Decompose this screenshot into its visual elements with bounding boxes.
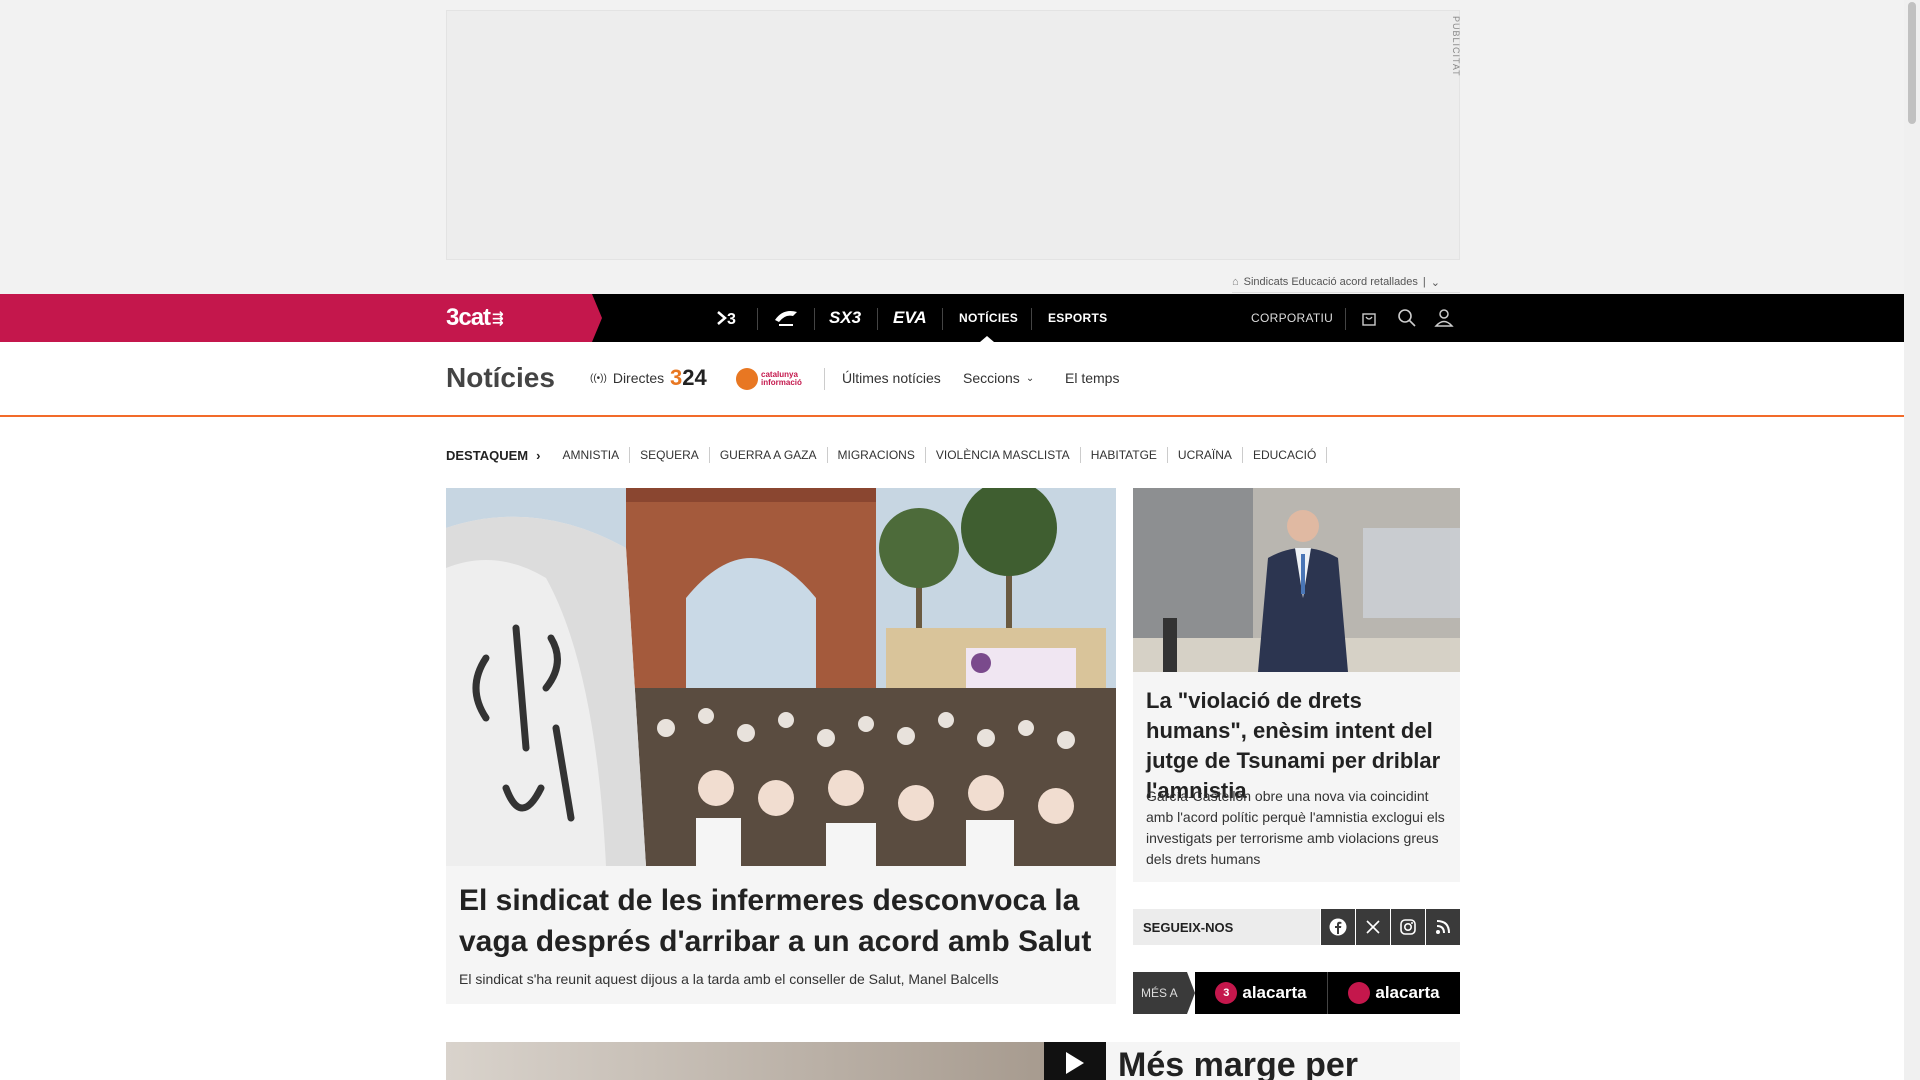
judge-photo [1133, 488, 1460, 672]
alacarta-label: alacarta [1375, 983, 1440, 1002]
eva-label: EVA [893, 308, 927, 327]
directes-link[interactable]: ((•)) Directes [590, 370, 664, 386]
channel-tv3-logo[interactable]: 3 [716, 294, 742, 342]
x-twitter-icon[interactable] [1356, 909, 1390, 945]
el-temps-link[interactable]: El temps [1065, 370, 1119, 386]
play-icon [1066, 1052, 1084, 1074]
destaquem-bar: DESTAQUEM › AMNISTIA SEQUERA GUERRA A GA… [446, 446, 1328, 464]
divider [814, 308, 815, 330]
side-story-card[interactable]: La "violació de drets humans", enèsim in… [1133, 488, 1460, 882]
scrollbar-track[interactable] [1904, 0, 1920, 1080]
brand-label: 3cat [446, 304, 491, 331]
top-nav-bar: 3cat ⇶ 3 SX3 EVA NOTÍCIES ESPORTS CORPOR… [0, 294, 1904, 342]
user-icon[interactable] [1434, 294, 1454, 342]
3cat-logo[interactable]: 3cat ⇶ [446, 304, 504, 332]
chevron-down-icon[interactable]: ⌄ [1431, 276, 1440, 289]
tag-violencia-masclista[interactable]: VIOLÈNCIA MASCLISTA [926, 447, 1081, 463]
channel-sx3-logo[interactable]: SX3 [829, 294, 861, 342]
nav-noticies[interactable]: NOTÍCIES [959, 294, 1018, 342]
rss-icon[interactable] [1426, 909, 1460, 945]
324-logo-24: 24 [682, 365, 707, 390]
destaquem-label: DESTAQUEM [446, 447, 529, 463]
nav-esports[interactable]: ESPORTS [1048, 294, 1107, 342]
brand-arrow-icon: ⇶ [492, 309, 504, 326]
next-story-card[interactable]: Més marge per [1106, 1042, 1460, 1080]
section-header: Notícies ((•)) Directes 3 24 catalunya inf… [0, 342, 1904, 417]
mes-a-bar: MÉS A 3 alacarta alacarta [1133, 972, 1460, 1014]
chevron-right-icon: › [536, 447, 541, 463]
catradio-icon [775, 311, 797, 326]
facebook-icon[interactable] [1321, 909, 1355, 945]
seccions-dropdown[interactable]: Seccions ⌄ [963, 370, 1034, 386]
divider [1031, 308, 1032, 330]
ad-label: PUBLICITAT [1451, 16, 1461, 77]
catradio-icon [1348, 982, 1371, 1004]
instagram-icon[interactable] [1391, 909, 1425, 945]
lead-story-card[interactable]: El sindicat de les infermeres desconvoca… [446, 488, 1116, 1004]
tag-amnistia[interactable]: AMNISTIA [552, 447, 631, 463]
nav-corporatiu[interactable]: CORPORATIU [1251, 294, 1333, 342]
search-icon[interactable] [1397, 294, 1417, 342]
directes-label: Directes [612, 370, 665, 386]
324-logo-3: 3 [670, 365, 683, 390]
catradio-alacarta-link[interactable]: alacarta [1327, 972, 1460, 1014]
divider [824, 368, 825, 390]
seccions-label: Seccions [963, 370, 1020, 386]
brand-band [0, 294, 602, 342]
ultimes-noticies-link[interactable]: Últimes notícies [842, 370, 941, 386]
page-title[interactable]: Notícies [446, 362, 555, 394]
tv3-icon: 3 [1215, 982, 1238, 1004]
tv3-alacarta-link[interactable]: 3 alacarta [1195, 972, 1327, 1014]
ad-zone: PUBLICITAT ⌂ Sindicats Educació acord re… [0, 0, 1904, 294]
protest-photo [446, 488, 1116, 866]
side-story-subtitle: García-Castellón obre una nova via coinc… [1146, 788, 1445, 867]
mes-a-label: MÉS A [1133, 972, 1195, 1014]
tag-habitatge[interactable]: HABITATGE [1081, 447, 1168, 463]
tag-icon: ⌂ [1232, 276, 1239, 288]
topic-text: Sindicats Educació acord retallades [1243, 276, 1418, 288]
divider [942, 308, 943, 330]
shopping-bag-icon[interactable] [1360, 294, 1378, 342]
divider [1232, 292, 1460, 293]
channel-catradio-logo[interactable] [773, 294, 799, 342]
catalunya-informacio-logo[interactable]: catalunya informació [736, 368, 802, 390]
tag-educacio[interactable]: EDUCACIÓ [1243, 447, 1328, 463]
tag-sequera[interactable]: SEQUERA [630, 447, 710, 463]
tv3-icon: 3 [717, 311, 736, 328]
topic-line[interactable]: ⌂ Sindicats Educació acord retallades | … [1232, 274, 1440, 290]
divider [877, 308, 878, 330]
lead-story-title[interactable]: El sindicat de les infermeres desconvoca… [459, 880, 1099, 962]
alacarta-label: alacarta [1242, 983, 1307, 1002]
topic-divider: | [1422, 276, 1426, 288]
divider [757, 308, 758, 330]
tag-ucraina[interactable]: UCRAÏNA [1168, 447, 1243, 463]
ci-logo-text: catalunya informació [761, 370, 802, 387]
play-button[interactable] [1044, 1042, 1106, 1080]
next-story-image[interactable] [446, 1042, 1044, 1080]
channel-eva-logo[interactable]: EVA [893, 294, 927, 342]
follow-us-label: SEGUEIX-NOS [1133, 909, 1320, 945]
ad-banner[interactable] [446, 10, 1460, 260]
scrollbar-thumb[interactable] [1908, 2, 1916, 124]
side-story-image[interactable] [1133, 488, 1460, 672]
live-broadcast-icon: ((•)) [590, 372, 607, 384]
324-logo[interactable]: 3 24 [670, 365, 707, 390]
divider [1345, 308, 1346, 330]
next-story-title[interactable]: Més marge per [1118, 1046, 1358, 1080]
lead-story-image[interactable] [446, 488, 1116, 866]
lead-story-subtitle: El sindicat s'ha reunit aquest dijous a … [459, 971, 999, 987]
destaquem-link[interactable]: DESTAQUEM › [446, 448, 540, 463]
tag-migracions[interactable]: MIGRACIONS [828, 447, 926, 463]
ci-logo-icon [736, 368, 758, 390]
chevron-down-icon: ⌄ [1025, 372, 1035, 384]
sx3-label: SX3 [829, 308, 862, 327]
tag-guerra-a-gaza[interactable]: GUERRA A GAZA [710, 447, 828, 463]
svg-text:3: 3 [727, 311, 736, 328]
follow-us-bar: SEGUEIX-NOS [1133, 909, 1460, 945]
